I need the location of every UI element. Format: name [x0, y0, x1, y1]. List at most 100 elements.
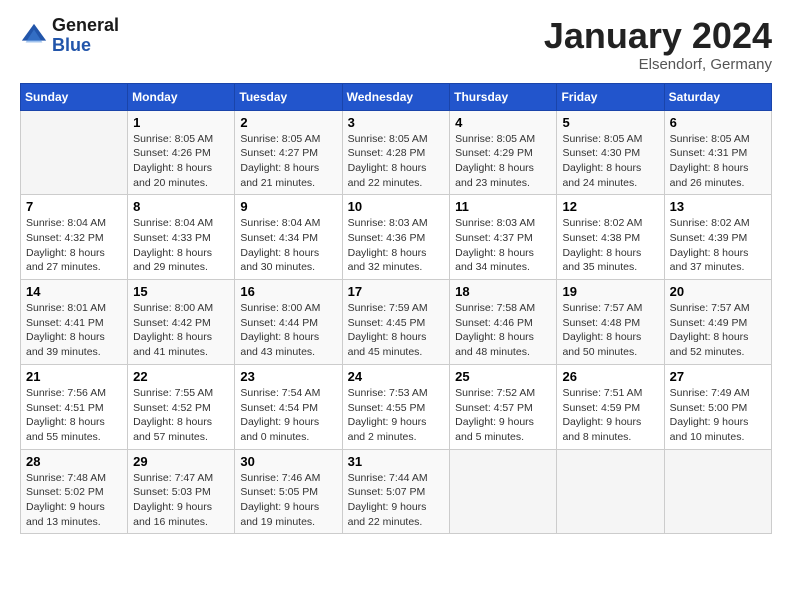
- header-day-thursday: Thursday: [450, 83, 557, 110]
- day-info: Sunrise: 8:04 AM Sunset: 4:34 PM Dayligh…: [240, 216, 336, 275]
- day-number: 7: [26, 199, 122, 214]
- day-info: Sunrise: 8:00 AM Sunset: 4:44 PM Dayligh…: [240, 301, 336, 360]
- day-number: 4: [455, 115, 551, 130]
- header-day-sunday: Sunday: [21, 83, 128, 110]
- calendar-cell: 8 Sunrise: 8:04 AM Sunset: 4:33 PM Daylig…: [128, 195, 235, 280]
- calendar-cell: 3 Sunrise: 8:05 AM Sunset: 4:28 PM Daylig…: [342, 110, 450, 195]
- calendar-cell: 13 Sunrise: 8:02 AM Sunset: 4:39 PM Dayli…: [664, 195, 771, 280]
- day-info: Sunrise: 8:05 AM Sunset: 4:29 PM Dayligh…: [455, 132, 551, 191]
- calendar-cell: [664, 449, 771, 534]
- page-header: General Blue January 2024 Elsendorf, Ger…: [20, 16, 772, 73]
- calendar-cell: 15 Sunrise: 8:00 AM Sunset: 4:42 PM Dayli…: [128, 280, 235, 365]
- day-info: Sunrise: 8:05 AM Sunset: 4:28 PM Dayligh…: [348, 132, 445, 191]
- calendar-cell: 28 Sunrise: 7:48 AM Sunset: 5:02 PM Dayli…: [21, 449, 128, 534]
- calendar-cell: 1 Sunrise: 8:05 AM Sunset: 4:26 PM Daylig…: [128, 110, 235, 195]
- day-number: 30: [240, 454, 336, 469]
- day-number: 28: [26, 454, 122, 469]
- calendar-week-3: 14Sunrise: 8:01 AM Sunset: 4:41 PM Dayli…: [21, 280, 772, 365]
- day-info: Sunrise: 7:48 AM Sunset: 5:02 PM Dayligh…: [26, 471, 122, 530]
- day-number: 10: [348, 199, 445, 214]
- calendar-cell: 24 Sunrise: 7:53 AM Sunset: 4:55 PM Dayli…: [342, 364, 450, 449]
- day-info: Sunrise: 8:04 AM Sunset: 4:32 PM Dayligh…: [26, 216, 122, 275]
- day-info: Sunrise: 7:53 AM Sunset: 4:55 PM Dayligh…: [348, 386, 445, 445]
- logo-text: General Blue: [52, 16, 119, 56]
- header-day-friday: Friday: [557, 83, 664, 110]
- day-number: 25: [455, 369, 551, 384]
- day-number: 29: [133, 454, 229, 469]
- header-day-monday: Monday: [128, 83, 235, 110]
- header-day-tuesday: Tuesday: [235, 83, 342, 110]
- calendar-header: SundayMondayTuesdayWednesdayThursdayFrid…: [21, 83, 772, 110]
- header-day-wednesday: Wednesday: [342, 83, 450, 110]
- calendar-cell: 22 Sunrise: 7:55 AM Sunset: 4:52 PM Dayli…: [128, 364, 235, 449]
- calendar-cell: 11 Sunrise: 8:03 AM Sunset: 4:37 PM Dayli…: [450, 195, 557, 280]
- day-info: Sunrise: 8:05 AM Sunset: 4:31 PM Dayligh…: [670, 132, 766, 191]
- day-info: Sunrise: 8:00 AM Sunset: 4:42 PM Dayligh…: [133, 301, 229, 360]
- day-info: Sunrise: 7:58 AM Sunset: 4:46 PM Dayligh…: [455, 301, 551, 360]
- calendar-cell: 12Sunrise: 8:02 AM Sunset: 4:38 PM Dayli…: [557, 195, 664, 280]
- calendar-table: SundayMondayTuesdayWednesdayThursdayFrid…: [20, 83, 772, 535]
- day-number: 9: [240, 199, 336, 214]
- day-info: Sunrise: 8:05 AM Sunset: 4:27 PM Dayligh…: [240, 132, 336, 191]
- day-number: 26: [562, 369, 658, 384]
- calendar-cell: 21 Sunrise: 7:56 AM Sunset: 4:51 PM Dayli…: [21, 364, 128, 449]
- day-number: 15: [133, 284, 229, 299]
- day-number: 19: [562, 284, 658, 299]
- month-title: January 2024: [544, 16, 772, 56]
- day-info: Sunrise: 8:02 AM Sunset: 4:39 PM Dayligh…: [670, 216, 766, 275]
- calendar-cell: [557, 449, 664, 534]
- day-number: 3: [348, 115, 445, 130]
- day-info: Sunrise: 7:44 AM Sunset: 5:07 PM Dayligh…: [348, 471, 445, 530]
- calendar-cell: 10 Sunrise: 8:03 AM Sunset: 4:36 PM Dayli…: [342, 195, 450, 280]
- day-number: 18: [455, 284, 551, 299]
- calendar-cell: 23 Sunrise: 7:54 AM Sunset: 4:54 PM Dayli…: [235, 364, 342, 449]
- calendar-cell: 18 Sunrise: 7:58 AM Sunset: 4:46 PM Dayli…: [450, 280, 557, 365]
- calendar-cell: 30 Sunrise: 7:46 AM Sunset: 5:05 PM Dayli…: [235, 449, 342, 534]
- day-info: Sunrise: 7:51 AM Sunset: 4:59 PM Dayligh…: [562, 386, 658, 445]
- day-info: Sunrise: 7:54 AM Sunset: 4:54 PM Dayligh…: [240, 386, 336, 445]
- day-info: Sunrise: 7:57 AM Sunset: 4:49 PM Dayligh…: [670, 301, 766, 360]
- day-number: 11: [455, 199, 551, 214]
- day-info: Sunrise: 8:04 AM Sunset: 4:33 PM Dayligh…: [133, 216, 229, 275]
- day-number: 20: [670, 284, 766, 299]
- day-number: 5: [562, 115, 658, 130]
- day-info: Sunrise: 7:56 AM Sunset: 4:51 PM Dayligh…: [26, 386, 122, 445]
- day-number: 21: [26, 369, 122, 384]
- header-day-saturday: Saturday: [664, 83, 771, 110]
- day-number: 13: [670, 199, 766, 214]
- day-info: Sunrise: 8:03 AM Sunset: 4:36 PM Dayligh…: [348, 216, 445, 275]
- day-info: Sunrise: 7:55 AM Sunset: 4:52 PM Dayligh…: [133, 386, 229, 445]
- day-number: 1: [133, 115, 229, 130]
- calendar-cell: [450, 449, 557, 534]
- day-number: 24: [348, 369, 445, 384]
- day-info: Sunrise: 8:03 AM Sunset: 4:37 PM Dayligh…: [455, 216, 551, 275]
- day-number: 22: [133, 369, 229, 384]
- calendar-week-1: 1 Sunrise: 8:05 AM Sunset: 4:26 PM Daylig…: [21, 110, 772, 195]
- day-number: 12: [562, 199, 658, 214]
- calendar-cell: 19 Sunrise: 7:57 AM Sunset: 4:48 PM Dayli…: [557, 280, 664, 365]
- day-number: 16: [240, 284, 336, 299]
- day-info: Sunrise: 7:47 AM Sunset: 5:03 PM Dayligh…: [133, 471, 229, 530]
- day-info: Sunrise: 7:46 AM Sunset: 5:05 PM Dayligh…: [240, 471, 336, 530]
- logo-icon: [20, 22, 48, 50]
- day-number: 31: [348, 454, 445, 469]
- calendar-body: 1 Sunrise: 8:05 AM Sunset: 4:26 PM Daylig…: [21, 110, 772, 534]
- day-number: 27: [670, 369, 766, 384]
- location: Elsendorf, Germany: [544, 56, 772, 73]
- day-number: 6: [670, 115, 766, 130]
- logo-blue: Blue: [52, 36, 119, 56]
- day-info: Sunrise: 7:49 AM Sunset: 5:00 PM Dayligh…: [670, 386, 766, 445]
- header-row: SundayMondayTuesdayWednesdayThursdayFrid…: [21, 83, 772, 110]
- day-info: Sunrise: 8:05 AM Sunset: 4:30 PM Dayligh…: [562, 132, 658, 191]
- day-number: 17: [348, 284, 445, 299]
- day-info: Sunrise: 8:05 AM Sunset: 4:26 PM Dayligh…: [133, 132, 229, 191]
- calendar-cell: 14Sunrise: 8:01 AM Sunset: 4:41 PM Dayli…: [21, 280, 128, 365]
- calendar-week-2: 7 Sunrise: 8:04 AM Sunset: 4:32 PM Daylig…: [21, 195, 772, 280]
- day-info: Sunrise: 7:57 AM Sunset: 4:48 PM Dayligh…: [562, 301, 658, 360]
- calendar-cell: 29 Sunrise: 7:47 AM Sunset: 5:03 PM Dayli…: [128, 449, 235, 534]
- logo-general: General: [52, 16, 119, 36]
- calendar-cell: 2Sunrise: 8:05 AM Sunset: 4:27 PM Daylig…: [235, 110, 342, 195]
- day-number: 23: [240, 369, 336, 384]
- calendar-week-5: 28 Sunrise: 7:48 AM Sunset: 5:02 PM Dayli…: [21, 449, 772, 534]
- day-number: 8: [133, 199, 229, 214]
